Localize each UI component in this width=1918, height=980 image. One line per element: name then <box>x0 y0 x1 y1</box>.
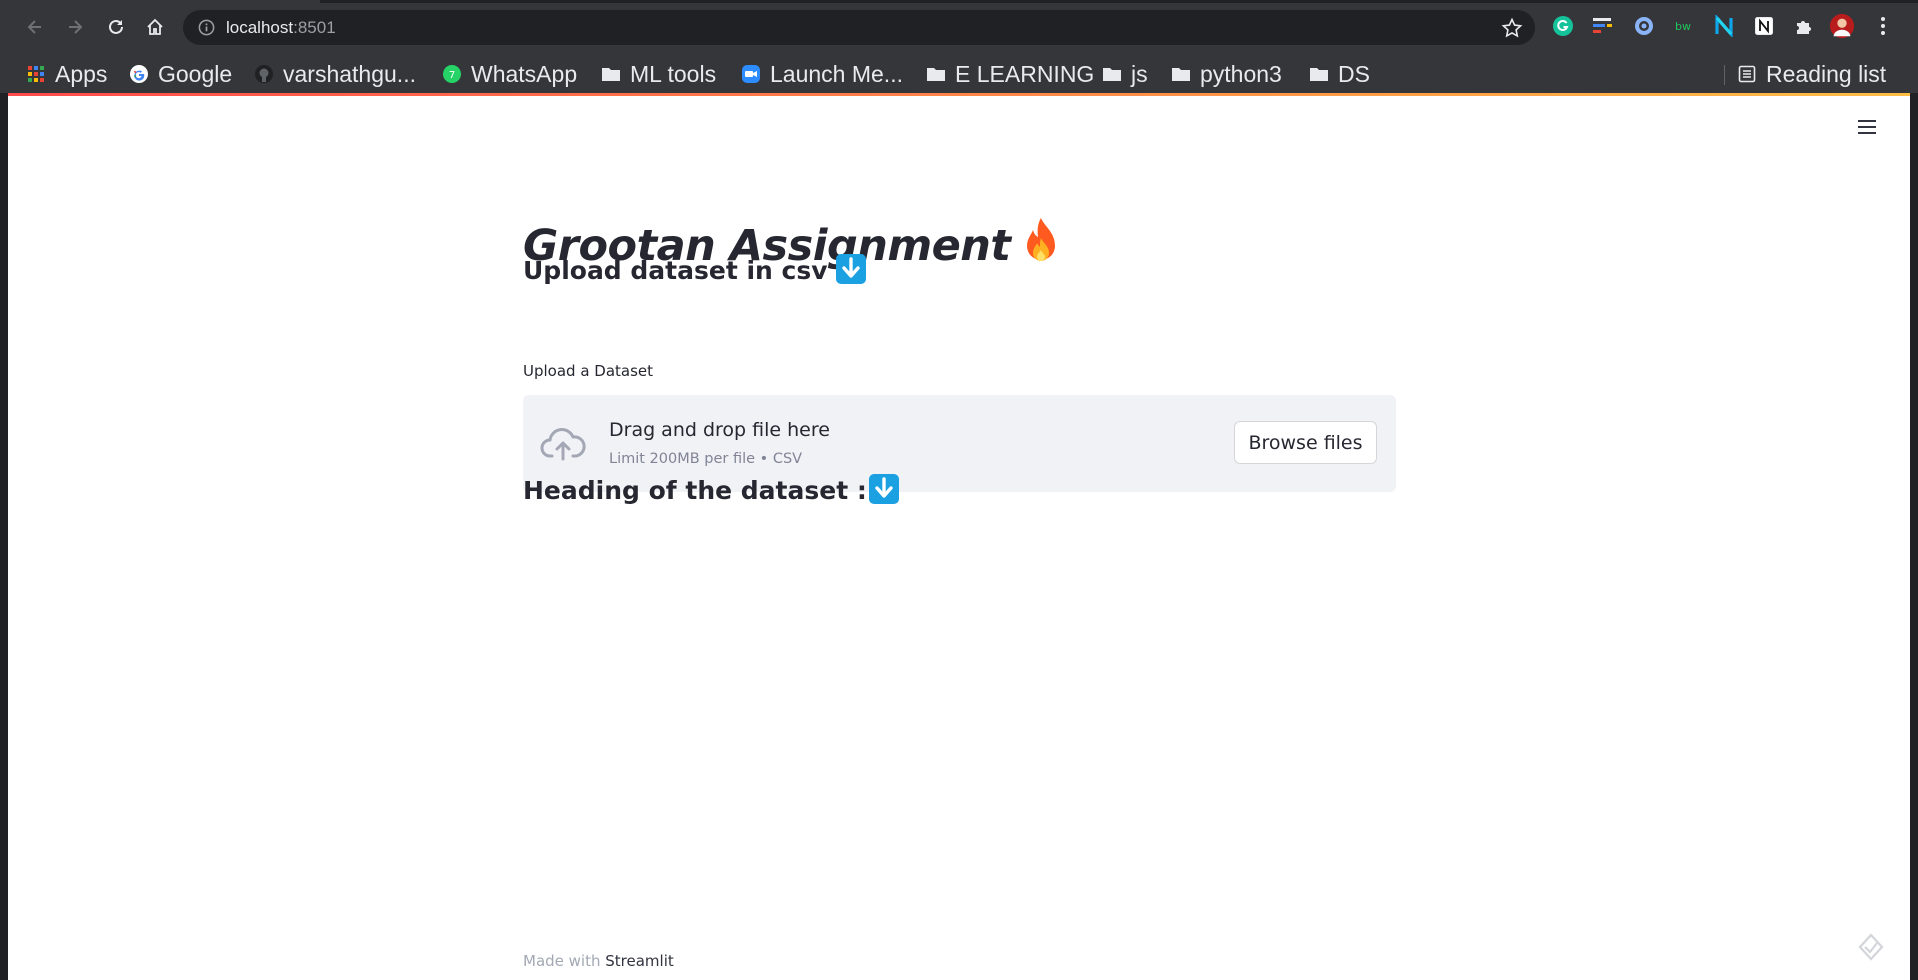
bookmark-label: Launch Me... <box>770 60 903 87</box>
bookmark-label: E LEARNING <box>955 60 1095 87</box>
url-text[interactable]: localhost:8501 <box>226 17 336 39</box>
bookmark-launch-meeting[interactable]: Launch Me... <box>741 55 903 93</box>
bookmark-ml-tools[interactable]: ML tools <box>601 55 716 93</box>
bookmark-google[interactable]: Google <box>129 55 232 93</box>
streamlit-status-icon[interactable] <box>1854 930 1888 964</box>
forward-button[interactable] <box>60 12 90 42</box>
home-icon <box>147 18 163 35</box>
down-arrow-icon <box>835 254 866 284</box>
bookmarks-divider <box>1724 65 1725 85</box>
folder-icon <box>601 64 621 84</box>
hamburger-line <box>1858 120 1876 122</box>
bookmark-apps[interactable]: Apps <box>26 55 107 93</box>
dropzone-limit-text: Limit 200MB per file • CSV <box>609 451 803 467</box>
bookmark-label: DS <box>1338 60 1370 87</box>
reload-button[interactable] <box>101 12 131 42</box>
extension-ring-icon[interactable] <box>1631 13 1657 39</box>
puzzle-icon[interactable] <box>1791 13 1817 39</box>
bookmark-ds[interactable]: DS <box>1309 55 1370 93</box>
file-uploader-label: Upload a Dataset <box>523 362 654 380</box>
bookmark-star-icon[interactable] <box>1501 17 1523 39</box>
page-footer: Made with Streamlit <box>523 952 674 970</box>
menu-dots-icon[interactable] <box>1870 13 1896 39</box>
extension-n-icon[interactable] <box>1711 13 1737 39</box>
browse-files-button[interactable]: Browse files <box>1234 421 1377 464</box>
notion-icon[interactable] <box>1751 13 1777 39</box>
bookmark-label: varshathgu... <box>283 60 416 87</box>
streamlit-link[interactable]: Streamlit <box>605 952 674 970</box>
streamlit-decoration-bar <box>8 93 1910 96</box>
window-edge-right <box>1910 93 1918 980</box>
bookmark-js[interactable]: js <box>1102 55 1148 93</box>
page-viewport: Grootan Assignment Upload dataset in csv… <box>8 93 1910 980</box>
extension-bw-icon[interactable]: bw <box>1672 13 1698 39</box>
grammarly-icon[interactable] <box>1550 13 1576 39</box>
extension-bars-icon[interactable] <box>1590 13 1616 39</box>
bookmark-github[interactable]: varshathgu... <box>254 55 416 93</box>
svg-text:bw: bw <box>1675 20 1691 33</box>
hamburger-line <box>1858 132 1876 134</box>
zoom-icon <box>741 64 761 84</box>
dropzone-instructions: Drag and drop file here <box>609 419 830 441</box>
active-tab[interactable] <box>0 0 320 4</box>
upload-header-text: Upload dataset in csv <box>523 256 828 285</box>
github-icon <box>254 64 274 84</box>
home-button[interactable] <box>140 12 170 42</box>
url-host: localhost <box>226 18 294 37</box>
window-edge-left <box>0 93 8 980</box>
bookmark-label: Google <box>158 60 233 87</box>
google-icon <box>129 64 149 84</box>
bookmark-whatsapp[interactable]: 7 WhatsApp <box>442 55 577 93</box>
bookmark-python3[interactable]: python3 <box>1171 55 1282 93</box>
folder-icon <box>926 64 946 84</box>
cloud-upload-icon <box>540 428 586 461</box>
folder-icon <box>1309 64 1329 84</box>
bookmark-label: Apps <box>55 60 108 87</box>
upload-section-header: Upload dataset in csv <box>523 254 866 285</box>
reading-list-icon <box>1737 64 1757 84</box>
profile-avatar[interactable] <box>1829 13 1855 39</box>
folder-icon <box>1102 64 1122 84</box>
whatsapp-icon: 7 <box>442 64 462 84</box>
bookmark-e-learning[interactable]: E LEARNING <box>926 55 1094 93</box>
dataset-heading-header: Heading of the dataset : <box>523 474 899 505</box>
bookmark-label: ML tools <box>630 60 717 87</box>
address-bar[interactable]: localhost:8501 <box>183 10 1535 45</box>
fire-icon <box>1027 218 1056 261</box>
reading-list-label: Reading list <box>1766 60 1887 87</box>
browser-toolbar: localhost:8501 bw <box>0 0 1918 55</box>
bookmark-label: js <box>1131 60 1148 87</box>
main-menu-button[interactable] <box>1856 115 1880 139</box>
bookmark-label: WhatsApp <box>471 60 578 87</box>
url-port: :8501 <box>293 18 336 37</box>
reading-list-button[interactable]: Reading list <box>1737 55 1886 93</box>
back-button[interactable] <box>20 12 50 42</box>
site-info-icon[interactable] <box>197 18 216 37</box>
svg-text:7: 7 <box>449 70 455 81</box>
reload-icon <box>109 19 123 34</box>
down-arrow-icon <box>868 474 899 504</box>
dataset-heading-text: Heading of the dataset : <box>523 476 867 505</box>
hamburger-line <box>1858 126 1876 128</box>
apps-grid-icon <box>26 64 46 84</box>
bookmarks-bar: Apps Google varshathgu... 7 WhatsApp ML … <box>0 55 1918 93</box>
footer-prefix: Made with <box>523 952 601 970</box>
folder-icon <box>1171 64 1191 84</box>
back-arrow-icon <box>27 20 41 34</box>
forward-arrow-icon <box>69 20 83 34</box>
bookmark-label: python3 <box>1200 60 1282 87</box>
